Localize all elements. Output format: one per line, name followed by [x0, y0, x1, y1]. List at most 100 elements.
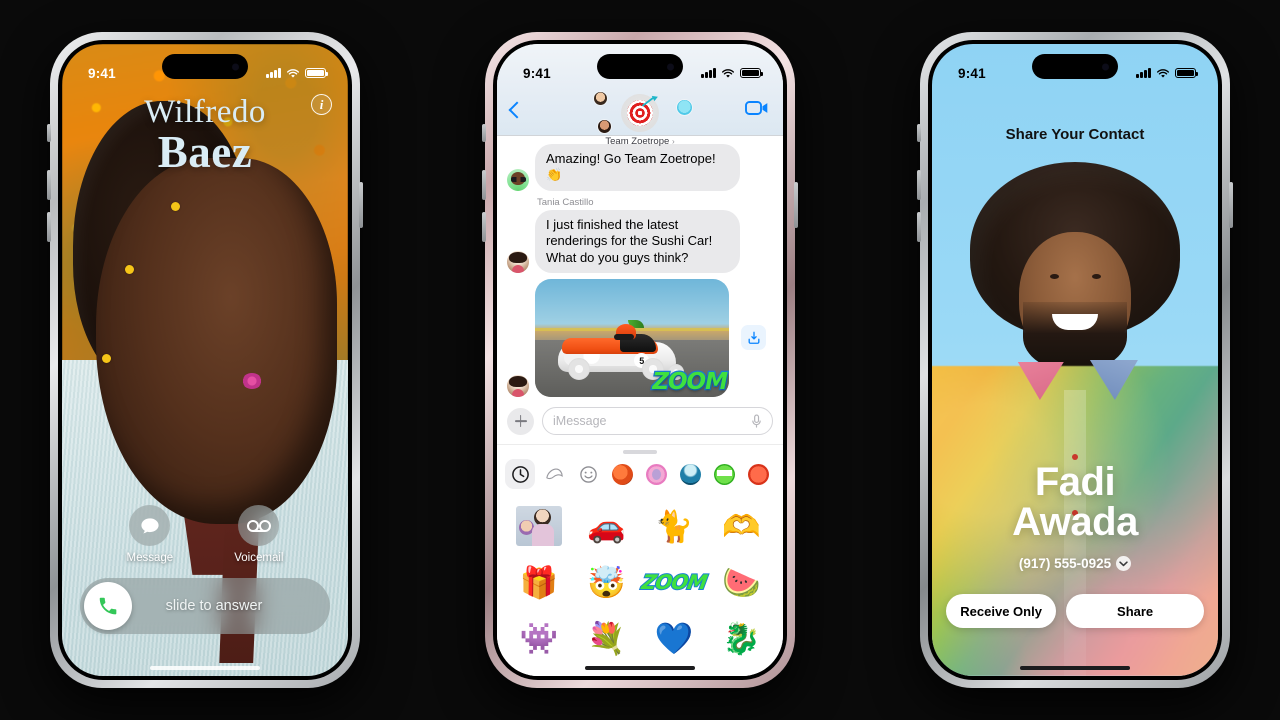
share-action-buttons: Receive Only Share: [946, 594, 1204, 628]
volume-down-button[interactable]: [917, 212, 921, 242]
group-avatar-cluster: [575, 91, 705, 134]
clock-icon: [511, 465, 529, 483]
slide-to-answer-slider[interactable]: slide to answer: [80, 578, 330, 634]
member-avatar: [676, 99, 693, 116]
chevron-down-icon[interactable]: [1116, 556, 1132, 571]
sticker-tab-emoji[interactable]: [573, 459, 603, 489]
voicemail-action-button[interactable]: Voicemail: [234, 505, 283, 564]
sticker-tab-pink-pack[interactable]: [641, 459, 671, 489]
voicemail-icon: [238, 505, 280, 546]
car-wheel: [568, 358, 591, 381]
sticker-item[interactable]: 💐: [573, 611, 641, 665]
sticker-grid: 🚗 🐈 🫶 🎁 🤯 ZOOM 🍉 👾 💐 💙 🐉: [497, 495, 783, 665]
imessage-input[interactable]: iMessage: [542, 407, 773, 435]
power-button[interactable]: [1229, 182, 1233, 228]
phone-device-incoming-call: 9:41 i Wilfredo Baez Message Voicemail s…: [47, 32, 363, 688]
sticker-tab-frog-pack[interactable]: [709, 459, 739, 489]
contact-name: Fadi Awada: [932, 462, 1218, 542]
memoji-avatar: [507, 168, 529, 191]
home-indicator[interactable]: [150, 666, 260, 670]
sticker-item[interactable]: 🍉: [708, 555, 776, 609]
sticker-item[interactable]: 🐈: [640, 499, 708, 553]
sticker-item[interactable]: 🐉: [708, 611, 776, 665]
message-row: I just finished the latest renderings fo…: [507, 209, 773, 273]
volume-down-button[interactable]: [47, 212, 51, 242]
sticker-item[interactable]: 💙: [640, 611, 708, 665]
wifi-icon: [722, 68, 734, 78]
share-button[interactable]: Share: [1066, 594, 1204, 628]
sticker-item[interactable]: 🫶: [708, 499, 776, 553]
status-indicators: [701, 67, 764, 79]
page-title: Share Your Contact: [1005, 126, 1145, 143]
power-button[interactable]: [794, 182, 798, 228]
imessage-placeholder: iMessage: [553, 414, 607, 428]
volume-up-button[interactable]: [47, 170, 51, 200]
volume-up-button[interactable]: [917, 170, 921, 200]
sticker-tab-recents[interactable]: [505, 459, 535, 489]
call-action-row: Message Voicemail: [62, 505, 348, 564]
target-rings: [627, 95, 658, 126]
action-button[interactable]: [47, 124, 51, 142]
sticker-item[interactable]: ZOOM: [638, 555, 709, 609]
sticker-item[interactable]: 🎁: [505, 555, 573, 609]
smiley-face-icon: [579, 465, 597, 483]
sushi-car-image-attachment[interactable]: 5 ZOOM: [535, 278, 729, 397]
pink-pack-icon: [645, 463, 667, 485]
home-indicator[interactable]: [1020, 666, 1130, 670]
status-time: 9:41: [958, 65, 986, 81]
sticker-drawer: 🚗 🐈 🫶 🎁 🤯 ZOOM 🍉 👾 💐 💙 🐉: [497, 444, 783, 676]
messages-screen: 9:41 Team Zoetrope › Amazing! Go Team Zo…: [497, 44, 783, 676]
facetime-video-icon[interactable]: [745, 100, 769, 121]
phone-handset-icon[interactable]: [84, 582, 132, 630]
message-bubble[interactable]: I just finished the latest renderings fo…: [535, 209, 740, 273]
slide-to-answer-label: slide to answer: [165, 598, 263, 614]
phone-bezel: 9:41 Share Your Contact Fadi Awada (917)…: [928, 40, 1222, 680]
back-chevron-icon[interactable]: [508, 101, 526, 119]
receive-only-button[interactable]: Receive Only: [946, 594, 1057, 628]
status-indicators: [1136, 67, 1199, 79]
message-bubble[interactable]: Amazing! Go Team Zoetrope! 👏: [535, 144, 740, 191]
caller-name: Wilfredo Baez: [62, 95, 348, 177]
caller-last-name: Baez: [157, 126, 253, 177]
battery-icon: [740, 67, 764, 79]
sticker-tab-sushi-pack[interactable]: [607, 459, 637, 489]
group-conversation-title[interactable]: Team Zoetrope ›: [575, 91, 705, 147]
action-button[interactable]: [917, 124, 921, 142]
sticker-tab-fortune-cookie[interactable]: [539, 459, 569, 489]
sticker-item[interactable]: [505, 499, 573, 553]
contact-eye: [1092, 274, 1101, 279]
sticker-tab-red-pack[interactable]: [743, 459, 773, 489]
photo-avatar: [507, 250, 529, 273]
sticker-item[interactable]: 👾: [505, 611, 573, 665]
power-button[interactable]: [359, 182, 363, 228]
sticker-item[interactable]: 🤯: [573, 555, 641, 609]
action-button[interactable]: [482, 124, 486, 142]
cellular-signal-icon: [701, 68, 716, 78]
call-screen: 9:41 i Wilfredo Baez Message Voicemail s…: [62, 44, 348, 676]
plus-icon[interactable]: [507, 407, 534, 435]
message-action-button[interactable]: Message: [127, 505, 173, 564]
drawer-grab-handle[interactable]: [623, 450, 657, 454]
home-indicator[interactable]: [585, 666, 695, 670]
messages-app: 9:41 Team Zoetrope › Amazing! Go Team Zo…: [497, 44, 783, 676]
volume-up-button[interactable]: [482, 170, 486, 200]
sticker-item[interactable]: 🚗: [573, 499, 641, 553]
save-to-photos-icon[interactable]: [741, 325, 766, 351]
microphone-icon[interactable]: [751, 413, 762, 429]
contact-eye: [1050, 274, 1059, 279]
call-info-button[interactable]: i: [311, 94, 332, 115]
red-pack-icon: [747, 463, 769, 485]
group-name-label: Team Zoetrope ›: [575, 136, 705, 147]
battery-icon: [1175, 67, 1199, 79]
status-time: 9:41: [523, 65, 551, 81]
dynamic-island: [1032, 54, 1118, 79]
contact-phone-number: (917) 555-0925: [1018, 556, 1112, 571]
message-list[interactable]: Amazing! Go Team Zoetrope! 👏 Tania Casti…: [497, 136, 783, 401]
sticker-tab-teal-pack[interactable]: [675, 459, 705, 489]
contact-phone-row[interactable]: (917) 555-0925: [932, 556, 1218, 571]
dart-icon: [642, 95, 658, 107]
volume-down-button[interactable]: [482, 212, 486, 242]
photo-avatar: [507, 374, 529, 397]
dartboard-target-icon: [621, 94, 659, 132]
phone-device-namedrop: 9:41 Share Your Contact Fadi Awada (917)…: [917, 32, 1233, 688]
